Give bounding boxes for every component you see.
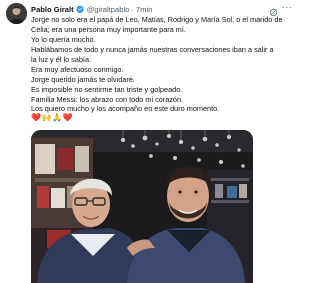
tweet-text-line: Es imposible no sentirme tan triste y go… xyxy=(31,84,183,94)
tweet-text-line: Yo lo quería mucho. xyxy=(31,34,96,44)
tweet-card[interactable]: Pablo Giralt @giraltpablo · 7min ··· Jor… xyxy=(0,0,300,283)
tweet-timestamp[interactable]: 7min xyxy=(136,5,152,14)
author-display-name[interactable]: Pablo Giralt xyxy=(31,5,74,14)
tweet-header: Pablo Giralt @giraltpablo · 7min xyxy=(31,3,152,15)
red-heart-emoji: ❤️ xyxy=(62,113,73,122)
tweet-photo[interactable] xyxy=(31,130,253,283)
grok-icon[interactable] xyxy=(269,4,278,17)
author-avatar[interactable] xyxy=(6,3,27,24)
verified-badge-icon xyxy=(75,5,84,14)
tweet-emojis: ❤️ 🙌 🙏 ❤️ xyxy=(31,113,72,123)
tweet-text-line: Jorge querido jamás te olvidaré. xyxy=(31,74,135,84)
tweet-text-line: Familia Messi: los abrazo con todo mi co… xyxy=(31,94,184,104)
red-heart-emoji: ❤️ xyxy=(31,113,41,122)
more-options-icon[interactable]: ··· xyxy=(282,3,294,12)
tweet-text-line: Jorge no solo era el papá de Leo, Matías… xyxy=(31,15,283,24)
tweet-text-line: Celia; era una persona muy importante pa… xyxy=(31,24,186,34)
folded-hands-emoji: 🙏 xyxy=(52,113,62,122)
raised-hands-emoji: 🙌 xyxy=(41,113,52,122)
tweet-text-line: Hablábamos de todo y nunca jamás nuestra… xyxy=(31,44,274,54)
tweet-text-line: la luz y él lo sabía. xyxy=(31,54,92,64)
header-separator: · xyxy=(131,4,134,14)
author-handle[interactable]: @giraltpablo xyxy=(87,5,130,14)
tweet-text-line: Era muy afectuoso conmigo. xyxy=(31,64,124,74)
tweet-text: Jorge no solo era el papá de Leo, Matías… xyxy=(31,15,297,114)
